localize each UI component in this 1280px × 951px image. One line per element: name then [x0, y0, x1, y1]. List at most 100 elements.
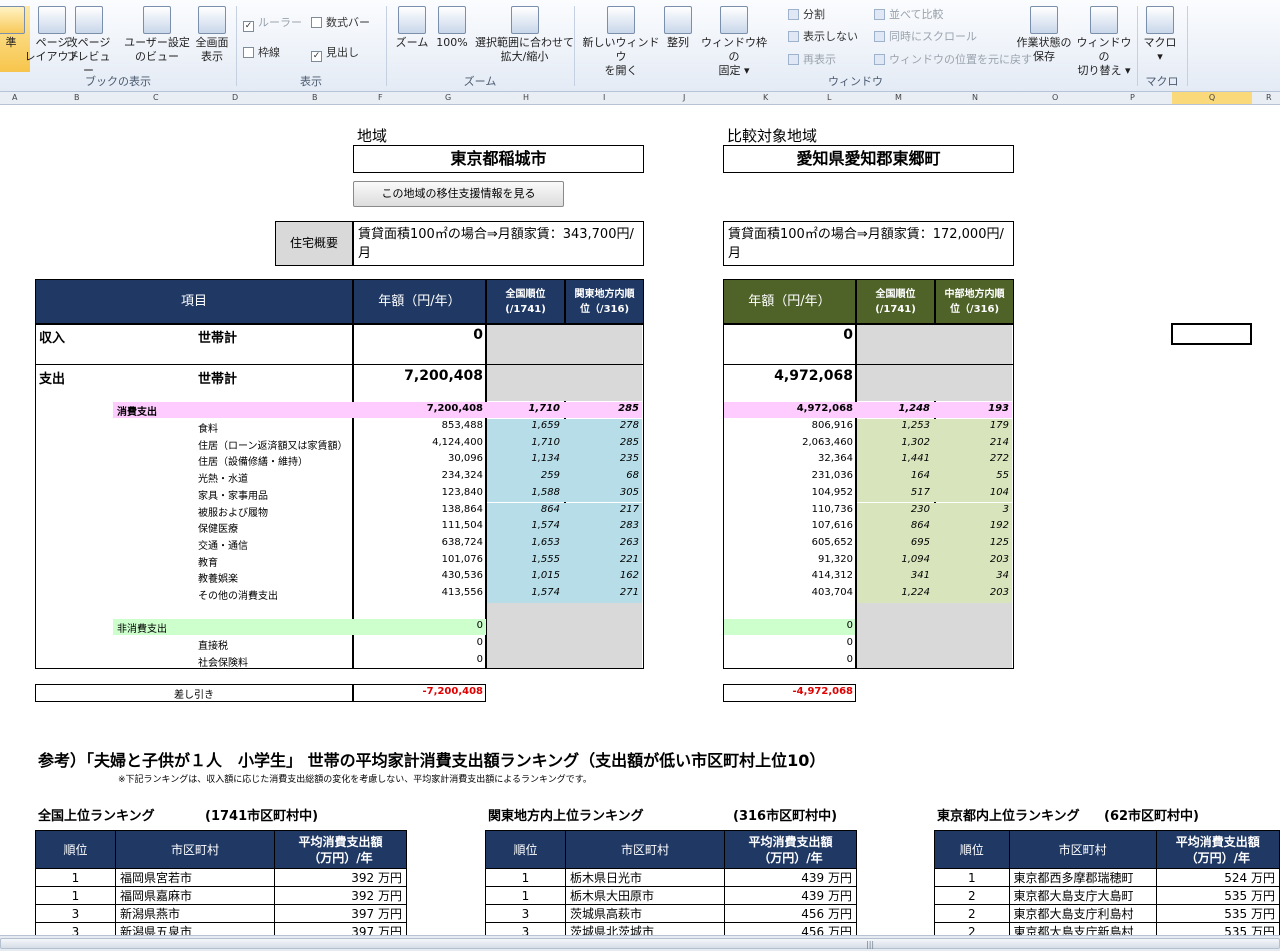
book-view-icon-1 — [38, 6, 66, 34]
item-regional-rank-10: 271 — [619, 587, 639, 598]
income-rank-empty — [487, 325, 642, 364]
nonconsumption-value: 0 — [476, 620, 483, 631]
show-checkbox-2[interactable]: 枠線 — [243, 46, 280, 60]
horizontal-scrollbar[interactable]: ||| — [0, 935, 1280, 951]
active-cell[interactable] — [1171, 323, 1252, 345]
nonconsumption-item-value-1: 0 — [476, 653, 483, 665]
book-view-icon-2 — [74, 6, 103, 34]
macro-button[interactable]: マクロ ▾ — [1140, 6, 1180, 64]
show-checkbox-0[interactable]: ✓ ルーラー — [243, 16, 302, 32]
show-checkbox-1[interactable]: 数式バー — [311, 16, 370, 30]
item-regional-rank-7: 263 — [619, 536, 639, 548]
arrange-button[interactable]: 整列 — [660, 6, 696, 50]
unhide-button[interactable]: 再表示 — [788, 53, 836, 67]
item-regional-rank-0: 278 — [619, 420, 639, 431]
hide-button[interactable]: 表示しない — [788, 30, 858, 44]
compare-col-national-header: 全国順位 (/1741) — [856, 279, 935, 324]
column-header-L[interactable]: L — [827, 93, 831, 102]
column-header-B[interactable]: B — [312, 93, 318, 102]
column-header-F[interactable]: F — [378, 93, 383, 102]
sync-scroll-button[interactable]: 同時にスクロール — [874, 30, 977, 44]
compare-nonconsumption-item-value-1: 0 — [846, 653, 853, 665]
ranking-row-1-1: 1 栃木県大田原市 439 万円 — [485, 886, 857, 905]
item-national-rank-9: 1,015 — [531, 570, 560, 582]
region-name[interactable]: 東京都稲城市 — [353, 145, 644, 173]
item-value-2: 30,096 — [448, 453, 483, 465]
split-button-icon — [788, 9, 799, 20]
book-view-button-2[interactable]: 改ページ プレビュー — [66, 6, 111, 78]
zoom-button-1[interactable]: 100% — [434, 6, 470, 50]
column-header-O[interactable]: O — [1052, 93, 1058, 102]
compare-item-regional-rank-3: 55 — [996, 470, 1009, 482]
compare-item-regional-rank-1: 214 — [989, 436, 1009, 448]
column-header-H[interactable]: H — [523, 93, 529, 102]
ranking-col-amount-2: 平均消費支出額 （万円）/年 — [1155, 830, 1280, 869]
column-header-A[interactable]: A — [12, 93, 17, 102]
item-regional-rank-5: 217 — [619, 503, 639, 515]
scrollbar-thumb[interactable] — [0, 938, 1280, 949]
zoom-button-2[interactable]: 選択範囲に合わせて 拡大/縮小 — [472, 6, 577, 64]
ranking-title: 参考）「夫婦と子供が１人 小学生」 世帯の平均家計消費支出額ランキング（支出額が… — [38, 751, 826, 770]
column-header-C[interactable]: C — [153, 93, 159, 102]
balance-label: 差し引き — [174, 690, 214, 701]
column-header-Q[interactable]: Q — [1172, 92, 1252, 104]
compare-item-value-4: 104,952 — [811, 486, 853, 498]
column-header-P[interactable]: P — [1130, 93, 1135, 102]
balance-value: -7,200,408 — [422, 686, 483, 697]
ranking-amount-0-0: 392 万円 — [274, 868, 407, 887]
compare-nonconsumption-item-value-0: 0 — [846, 637, 853, 648]
compare-income-separator — [723, 364, 1014, 365]
compare-item-regional-rank-4: 104 — [989, 486, 1009, 498]
compare-item-value-0: 806,916 — [811, 420, 853, 431]
ranking-city-0-2: 新潟県燕市 — [115, 904, 275, 923]
new-window-button[interactable]: 新しいウィンドウ を開く — [582, 6, 660, 78]
compare-item-value-5: 110,736 — [811, 503, 853, 515]
book-view-icon-4 — [198, 6, 226, 34]
item-regional-rank-8: 221 — [619, 553, 639, 565]
item-label-4: 家具・家事用品 — [198, 490, 268, 502]
housing-label: 住宅概要 — [275, 221, 353, 266]
item-national-rank-6: 1,574 — [531, 520, 560, 532]
ranking-rank-2-0: 1 — [934, 868, 1010, 887]
ranking-amount-1-0: 439 万円 — [724, 868, 857, 887]
ranking-row-2-0: 1 東京都西多摩郡瑞穂町 524 万円 — [934, 868, 1280, 887]
compare-col-annual-header: 年額（円/年） — [723, 279, 856, 324]
compare-item-value-8: 91,320 — [818, 553, 853, 565]
ranking-table-title-2: 東京都内上位ランキング — [937, 809, 1080, 824]
compare-item-national-rank-3: 164 — [910, 470, 930, 482]
split-button[interactable]: 分割 — [788, 8, 825, 22]
zoom-button-0[interactable]: ズーム — [392, 6, 432, 50]
item-label-2: 住居（設備修繕・維持） — [198, 457, 308, 469]
migration-info-button[interactable]: この地域の移住支援情報を見る — [353, 181, 564, 207]
ranking-city-2-2: 東京都大島支庁利島村 — [1008, 904, 1157, 923]
column-header-R[interactable]: R — [1266, 93, 1272, 102]
ranking-col-city-1: 市区町村 — [565, 830, 725, 869]
column-header-I[interactable]: I — [603, 93, 605, 102]
column-header-K[interactable]: K — [763, 93, 768, 102]
show-checkbox-3[interactable]: ✓ 見出し — [311, 46, 359, 62]
column-header-D[interactable]: D — [232, 93, 238, 102]
column-header-N[interactable]: N — [972, 93, 978, 102]
column-header-G[interactable]: G — [445, 93, 451, 102]
freeze-panes-button[interactable]: ウィンドウ枠の 固定 ▾ — [698, 6, 770, 78]
book-view-button-3[interactable]: ユーザー設定 のビュー — [122, 6, 192, 64]
item-regional-rank-2: 235 — [619, 453, 639, 465]
compare-name[interactable]: 愛知県愛知郡東郷町 — [723, 145, 1014, 173]
compare-col-regional-header: 中部地方内順 位（/316) — [935, 279, 1014, 324]
ranking-col-rank-2: 順位 — [934, 830, 1010, 869]
ranking-amount-2-1: 535 万円 — [1155, 886, 1280, 905]
switch-window-button[interactable]: ウィンドウの 切り替え ▾ — [1074, 6, 1134, 78]
col-item-header: 項目 — [35, 279, 353, 324]
column-header-J[interactable]: J — [683, 93, 685, 102]
compare-item-regional-rank-9: 34 — [996, 570, 1009, 582]
item-label-8: 教育 — [198, 557, 218, 569]
column-header-B[interactable]: B — [74, 93, 80, 102]
ranking-row-0-2: 3 新潟県燕市 397 万円 — [35, 904, 407, 923]
ranking-table-1: 順位 市区町村 平均消費支出額 （万円）/年 1 栃木県日光市 439 万円 1 栃木県大田原… — [485, 830, 857, 941]
side-by-side-button[interactable]: 並べて比較 — [874, 8, 944, 22]
book-view-button-4[interactable]: 全画面 表示 — [192, 6, 232, 64]
column-header-M[interactable]: M — [895, 93, 902, 102]
reset-position-button[interactable]: ウィンドウの位置を元に戻す — [874, 53, 1032, 67]
column-header-bar: ABCDBFGHIJKLMNOPQR — [0, 92, 1280, 105]
item-label-9: 教養娯楽 — [198, 574, 238, 586]
